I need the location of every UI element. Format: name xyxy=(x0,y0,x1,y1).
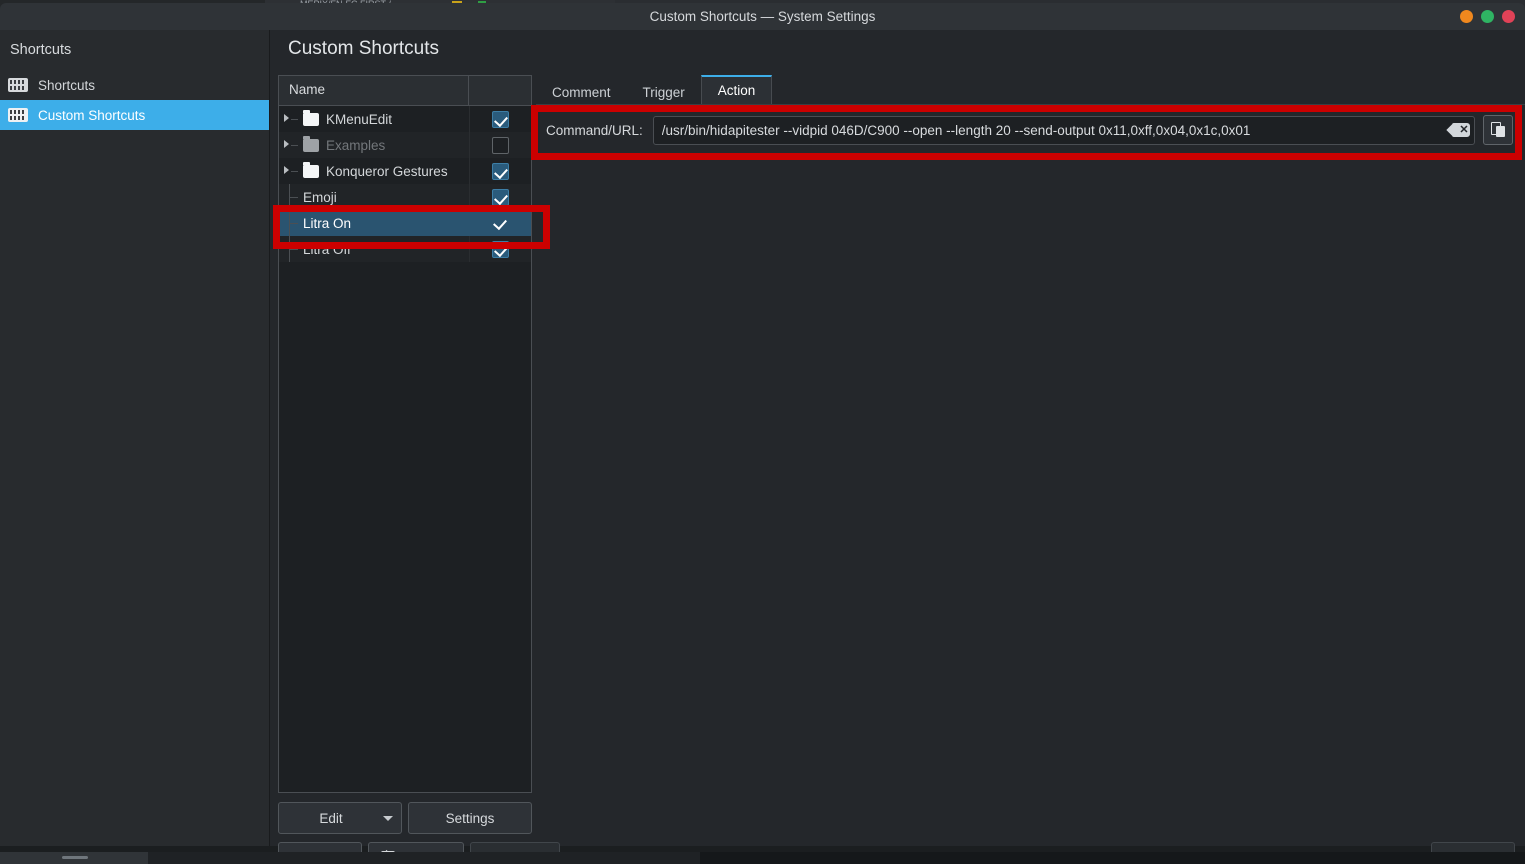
tree-row-enabled-cell[interactable] xyxy=(469,132,531,158)
tab-label: Comment xyxy=(552,85,611,100)
taskbar-segment-right xyxy=(700,852,1525,864)
chevron-right-icon xyxy=(284,140,289,148)
tree-row-enabled-cell[interactable] xyxy=(469,158,531,184)
tree-row-label-cell[interactable]: KMenuEdit xyxy=(279,106,469,132)
tree-row-label: Examples xyxy=(326,137,386,153)
command-url-input[interactable]: /usr/bin/hidapitester --vidpid 046D/C900… xyxy=(652,115,1475,145)
tree-row-enabled-cell[interactable] xyxy=(469,184,531,210)
folder-icon xyxy=(303,109,319,126)
page-title: Custom Shortcuts xyxy=(288,38,439,59)
tree-header: Name xyxy=(278,75,532,105)
enabled-checkbox[interactable] xyxy=(492,162,509,180)
chevron-right-icon xyxy=(284,166,289,174)
screen: MEPIX/FN-FC FIRST / Custom Shortcuts — S… xyxy=(0,0,1525,864)
table-row[interactable]: Examples xyxy=(279,132,531,158)
settings-button[interactable]: Settings xyxy=(408,802,532,834)
table-row[interactable]: Litra Off xyxy=(279,236,531,262)
enabled-checkbox[interactable] xyxy=(492,215,509,232)
tree-branch-line xyxy=(281,184,303,210)
tree-row-label-cell[interactable]: Litra Off xyxy=(279,236,469,262)
table-row[interactable]: Emoji xyxy=(279,184,531,210)
tree-column-name: Name xyxy=(279,76,469,105)
edit-button-label: Edit xyxy=(319,810,343,826)
tree-row-enabled-cell[interactable] xyxy=(469,106,531,132)
tree-row-label-cell[interactable]: Litra On xyxy=(279,210,469,236)
minimize-button[interactable] xyxy=(1460,10,1473,23)
expand-collapse-handle[interactable] xyxy=(281,132,303,158)
command-url-label: Command/URL: xyxy=(546,122,643,138)
table-row[interactable]: KMenuEdit xyxy=(279,106,531,132)
tree-row-enabled-cell[interactable] xyxy=(469,210,531,236)
detail-panel: Comment Trigger Action Command/URL: /usr… xyxy=(536,75,1525,784)
folder-icon xyxy=(303,135,319,152)
table-row[interactable]: Konqueror Gestures xyxy=(279,158,531,184)
expand-collapse-handle[interactable] xyxy=(281,106,303,132)
tree-row-label-cell[interactable]: Examples xyxy=(279,132,469,158)
window-title: Custom Shortcuts — System Settings xyxy=(649,9,876,24)
tree-column-enabled xyxy=(469,76,531,105)
enabled-checkbox[interactable] xyxy=(492,188,509,206)
folder-icon xyxy=(303,161,319,178)
sidebar-item-label: Shortcuts xyxy=(38,77,96,93)
sidebar-header: Shortcuts xyxy=(10,42,72,58)
tree-row-enabled-cell[interactable] xyxy=(469,236,531,262)
tab-action[interactable]: Action xyxy=(700,75,773,105)
sidebar-item-label: Custom Shortcuts xyxy=(38,107,146,123)
title-bar: Custom Shortcuts — System Settings xyxy=(0,3,1525,30)
tab-trigger[interactable]: Trigger xyxy=(627,77,701,105)
tree-row-label: Litra On xyxy=(303,215,352,231)
tree-row-label-cell[interactable]: Emoji xyxy=(279,184,469,210)
sidebar-item-custom-shortcuts[interactable]: Custom Shortcuts xyxy=(0,100,269,130)
keyboard-icon xyxy=(8,78,28,92)
browse-file-icon xyxy=(1490,122,1506,138)
taskbar-window-indicator[interactable] xyxy=(62,856,88,859)
enabled-checkbox[interactable] xyxy=(492,136,509,154)
browse-file-button[interactable] xyxy=(1483,115,1513,145)
tree-row-label: Emoji xyxy=(303,189,337,205)
tree-row-label: KMenuEdit xyxy=(326,111,393,127)
sidebar: Shortcuts Shortcuts Custom Shortcuts xyxy=(0,30,270,846)
edit-button[interactable]: Edit xyxy=(278,802,402,834)
taskbar-segment-mid xyxy=(148,852,700,864)
keyboard-icon xyxy=(8,108,28,122)
tab-label: Trigger xyxy=(642,85,685,100)
close-button[interactable] xyxy=(1502,10,1515,23)
clear-text-icon[interactable]: ✕ xyxy=(1446,122,1470,138)
detail-tabs: Comment Trigger Action xyxy=(536,75,1525,105)
tree-row-label-cell[interactable]: Konqueror Gestures xyxy=(279,158,469,184)
command-url-value[interactable]: /usr/bin/hidapitester --vidpid 046D/C900… xyxy=(662,123,1448,138)
tree-branch-line xyxy=(281,210,303,236)
sidebar-item-shortcuts[interactable]: Shortcuts xyxy=(0,70,269,100)
chevron-down-icon xyxy=(383,815,393,821)
tree-body[interactable]: KMenuEdit Examples Konqueror Gestures Em… xyxy=(278,105,532,793)
settings-button-label: Settings xyxy=(445,810,495,826)
tab-label: Action xyxy=(717,83,756,98)
main-content: Custom Shortcuts Name KMenuEdit Examples… xyxy=(270,30,1525,864)
enabled-checkbox[interactable] xyxy=(492,240,509,258)
action-tab-pane: Command/URL: /usr/bin/hidapitester --vid… xyxy=(536,105,1525,784)
enabled-checkbox[interactable] xyxy=(492,110,509,128)
expand-collapse-handle[interactable] xyxy=(281,158,303,184)
tree-row-label: Konqueror Gestures xyxy=(326,163,448,179)
tab-comment[interactable]: Comment xyxy=(536,77,627,105)
maximize-button[interactable] xyxy=(1481,10,1494,23)
command-url-row: Command/URL: /usr/bin/hidapitester --vid… xyxy=(546,115,1513,145)
tree-row-label: Litra Off xyxy=(303,241,351,257)
table-row[interactable]: Litra On xyxy=(279,210,531,236)
chevron-right-icon xyxy=(284,114,289,122)
window-controls xyxy=(1460,10,1515,23)
shortcuts-tree-panel: Name KMenuEdit Examples Konqueror Gestur… xyxy=(278,75,532,793)
desktop-taskbar[interactable] xyxy=(0,852,1525,864)
tree-branch-line xyxy=(281,236,303,262)
